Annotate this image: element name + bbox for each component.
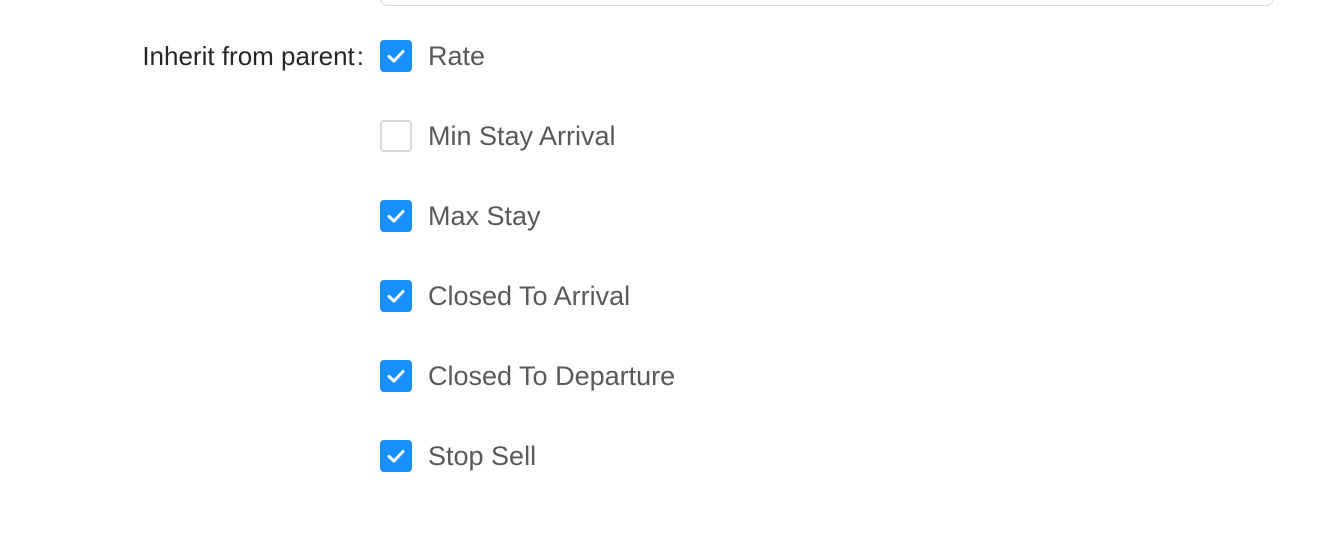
checkbox-label: Closed To Departure bbox=[428, 360, 676, 391]
checkbox-closed-to-arrival[interactable]: Closed To Arrival bbox=[380, 276, 1280, 316]
checkbox-input[interactable] bbox=[380, 40, 412, 72]
checkbox-rate[interactable]: Rate bbox=[380, 36, 1280, 76]
inherit-from-parent-label: Inherit from parent: bbox=[0, 38, 364, 74]
checkbox-input[interactable] bbox=[380, 360, 412, 392]
checkbox-label: Closed To Arrival bbox=[428, 280, 631, 311]
checkmark-icon bbox=[387, 209, 405, 223]
inherit-checkbox-group: Rate Min Stay Arrival Max Stay Closed To Ar… bbox=[380, 36, 1280, 516]
checkbox-stop-sell[interactable]: Stop Sell bbox=[380, 436, 1280, 476]
checkbox-input[interactable] bbox=[380, 440, 412, 472]
checkmark-icon bbox=[387, 369, 405, 383]
checkmark-icon bbox=[387, 49, 405, 63]
checkbox-input[interactable] bbox=[380, 280, 412, 312]
checkbox-label: Rate bbox=[428, 40, 486, 71]
form-page: Inherit from parent: Rate Min Stay Arriva… bbox=[0, 0, 1320, 544]
checkmark-icon bbox=[387, 289, 405, 303]
checkbox-label: Min Stay Arrival bbox=[428, 120, 616, 151]
checkmark-icon bbox=[387, 449, 405, 463]
checkbox-label: Max Stay bbox=[428, 200, 541, 231]
checkbox-input[interactable] bbox=[380, 120, 412, 152]
checkbox-min-stay-arrival[interactable]: Min Stay Arrival bbox=[380, 116, 1280, 156]
checkbox-max-stay[interactable]: Max Stay bbox=[380, 196, 1280, 236]
checkbox-label: Stop Sell bbox=[428, 440, 537, 471]
checkbox-input[interactable] bbox=[380, 200, 412, 232]
form-label-colon: : bbox=[356, 41, 364, 71]
checkbox-closed-to-departure[interactable]: Closed To Departure bbox=[380, 356, 1280, 396]
previous-input-field[interactable] bbox=[380, 0, 1274, 6]
form-label-text: Inherit from parent bbox=[142, 41, 355, 71]
